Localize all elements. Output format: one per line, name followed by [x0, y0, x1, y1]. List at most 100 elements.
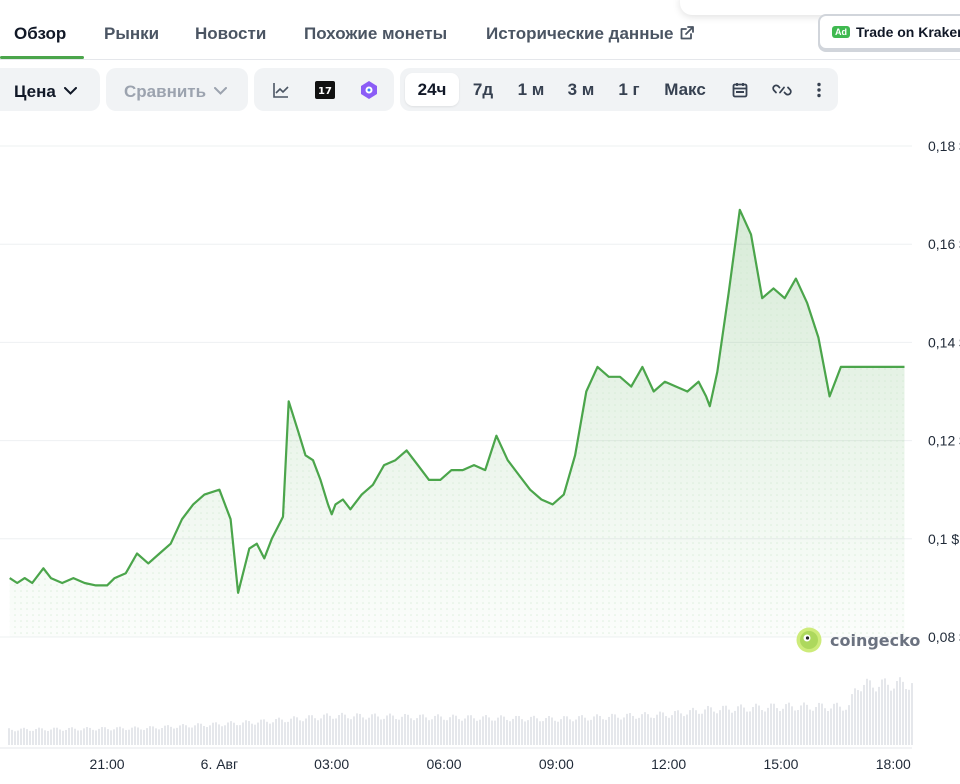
- y-axis: 0,18 $ 0,16 $ 0,14 $ 0,12 $ 0,1 $ 0,08 $: [928, 138, 960, 645]
- volume-bar: [239, 725, 241, 745]
- line-chart-icon[interactable]: [270, 79, 292, 101]
- volume-bar: [902, 681, 904, 745]
- volume-bar: [11, 729, 13, 745]
- volume-bar: [20, 728, 22, 745]
- volume-bar: [53, 727, 55, 745]
- volume-bar: [524, 721, 526, 745]
- compare-selector[interactable]: Сравнить: [106, 68, 248, 111]
- volume-bar: [500, 715, 502, 745]
- volume-bar: [320, 718, 322, 745]
- volume-bar: [137, 727, 139, 745]
- volume-bar: [440, 716, 442, 745]
- volume-bar: [227, 722, 229, 745]
- volume-bar: [278, 717, 280, 745]
- volume-bar: [776, 708, 778, 745]
- price-area-dots: [9, 209, 905, 638]
- volume-bar: [764, 711, 766, 745]
- volume-bar: [92, 729, 94, 745]
- volume-bar: [404, 713, 406, 745]
- volume-bar: [110, 730, 112, 745]
- volume-bar: [74, 728, 76, 745]
- volume-bar: [353, 716, 355, 745]
- tab-overview[interactable]: Обзор: [14, 24, 66, 44]
- volume-bar: [401, 716, 403, 745]
- volume-bar: [23, 727, 25, 745]
- volume-bar: [47, 730, 49, 745]
- volume-bar: [368, 717, 370, 745]
- volume-bar: [263, 719, 265, 745]
- volume-bar: [158, 729, 160, 745]
- range-max-button[interactable]: Макс: [656, 73, 714, 106]
- volume-bar: [584, 717, 586, 745]
- volume-bar: [767, 707, 769, 745]
- volume-bar: [38, 727, 40, 745]
- volume-bar: [755, 703, 757, 745]
- volume-bar: [266, 721, 268, 745]
- volume-bar: [242, 722, 244, 745]
- volume-bar: [407, 714, 409, 745]
- volume-bar: [593, 716, 595, 745]
- volume-bar: [167, 725, 169, 745]
- volume-bar: [860, 691, 862, 745]
- link-icon[interactable]: [771, 79, 793, 101]
- volume-bar: [752, 707, 754, 745]
- tab-historical-data[interactable]: Исторические данные: [486, 24, 695, 46]
- range-7d-button[interactable]: 7д: [462, 73, 504, 106]
- volume-bar: [350, 719, 352, 745]
- volume-bar: [617, 717, 619, 745]
- volume-bar: [680, 713, 682, 745]
- ai-assistant-icon[interactable]: [358, 79, 380, 101]
- volume-bar: [344, 714, 346, 745]
- volume-bar: [533, 715, 535, 745]
- volume-bar: [476, 720, 478, 745]
- volume-bar: [281, 719, 283, 745]
- volume-bar: [575, 719, 577, 745]
- chevron-down-icon: [63, 80, 77, 100]
- volume-bar: [590, 719, 592, 745]
- range-3m-button[interactable]: 3 м: [558, 73, 604, 106]
- volume-bar: [422, 714, 424, 745]
- volume-bar: [284, 722, 286, 745]
- volume-bar: [872, 687, 874, 745]
- volume-bar: [512, 718, 514, 745]
- volume-bar: [794, 710, 796, 745]
- tab-similar-coins[interactable]: Похожие монеты: [304, 24, 447, 44]
- volume-bar: [62, 730, 64, 745]
- volume-bar: [686, 714, 688, 745]
- volume-bar: [371, 714, 373, 745]
- volume-bar: [152, 726, 154, 745]
- price-chart[interactable]: 0,18 $ 0,16 $ 0,14 $ 0,12 $ 0,1 $ 0,08 $ 21:0…: [0, 0, 960, 784]
- volume-bar: [212, 722, 214, 745]
- volume-bar: [134, 726, 136, 745]
- volume-bar: [146, 728, 148, 745]
- y-tick-label: 0,16 $: [928, 236, 960, 252]
- tab-markets[interactable]: Рынки: [104, 24, 159, 44]
- range-24h-button[interactable]: 24ч: [405, 73, 459, 106]
- volume-bar: [347, 718, 349, 745]
- volume-bar: [59, 729, 61, 745]
- volume-bar: [275, 719, 277, 745]
- range-1y-button[interactable]: 1 г: [608, 73, 650, 106]
- volume-bar: [569, 719, 571, 745]
- volume-bar: [107, 729, 109, 745]
- volume-bar: [458, 719, 460, 745]
- y-tick-label: 0,1 $: [928, 531, 959, 547]
- calendar-icon[interactable]: [729, 79, 751, 101]
- volume-bar: [857, 690, 859, 745]
- volume-bar: [893, 688, 895, 745]
- tradingview-icon[interactable]: 17: [314, 79, 336, 101]
- price-selector[interactable]: Цена: [0, 68, 100, 111]
- volume-bar: [77, 730, 79, 745]
- trade-on-kraken-button[interactable]: Ad Trade on Kraken: [818, 14, 960, 50]
- volume-bar: [650, 717, 652, 745]
- svg-text:17: 17: [318, 86, 332, 97]
- volume-bar: [743, 707, 745, 745]
- volume-bar: [740, 704, 742, 745]
- volume-bar: [761, 710, 763, 745]
- more-icon[interactable]: [808, 79, 830, 101]
- volume-bar: [869, 680, 871, 745]
- tab-news[interactable]: Новости: [195, 24, 266, 44]
- volume-bar: [149, 726, 151, 745]
- range-1m-button[interactable]: 1 м: [508, 73, 554, 106]
- volume-bar: [161, 728, 163, 745]
